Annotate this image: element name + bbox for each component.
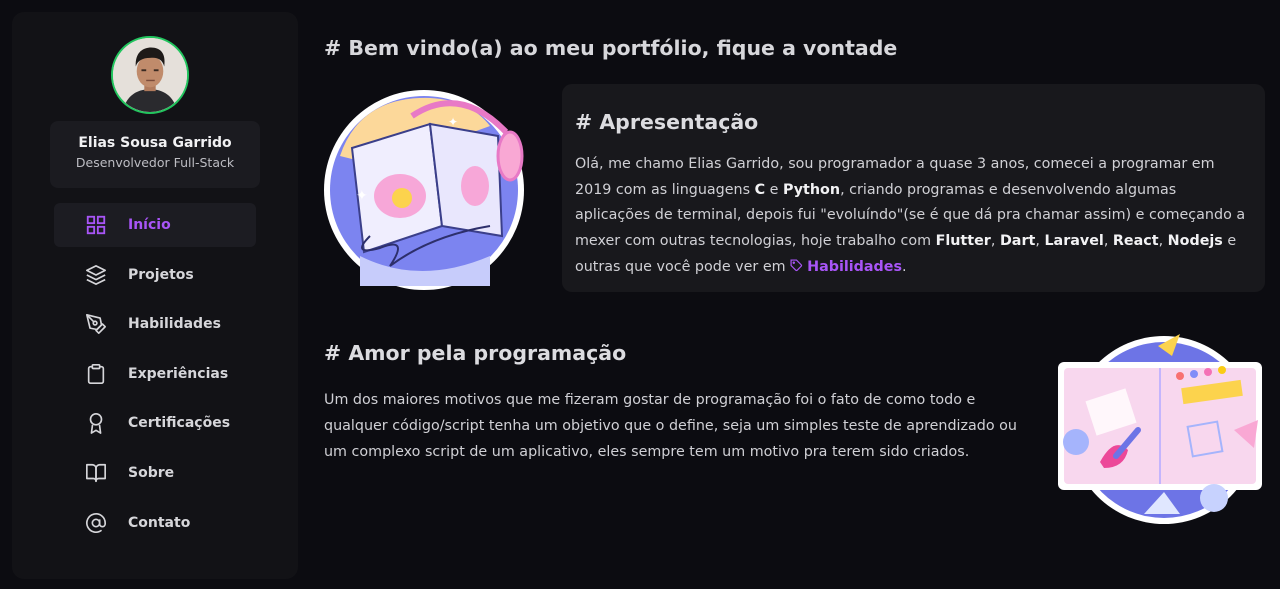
nav-item-contato[interactable]: Contato (54, 501, 256, 545)
nav-label: Projetos (128, 266, 194, 283)
love-title: # Amor pela programação (324, 341, 627, 365)
profile-name: Elias Sousa Garrido (78, 135, 232, 151)
svg-text:✦: ✦ (448, 115, 458, 129)
presentation-title: # Apresentação (575, 110, 759, 134)
presentation-card: # Apresentação Olá, me chamo Elias Garri… (562, 84, 1265, 292)
nav-item-experiencias[interactable]: Experiências (54, 352, 256, 396)
nav-label: Certificações (128, 415, 231, 432)
nav-label: Habilidades (128, 316, 221, 333)
notebook-illustration (1054, 326, 1266, 526)
book-open-icon (85, 462, 107, 484)
nav-item-habilidades[interactable]: Habilidades (54, 302, 256, 346)
clipboard-icon (85, 363, 107, 385)
nav-item-projetos[interactable]: Projetos (54, 253, 256, 297)
profile-role: Desenvolvedor Full-Stack (75, 155, 235, 170)
nav-label: Início (128, 217, 171, 233)
award-icon (85, 412, 107, 435)
nav-item-certificacoes[interactable]: Certificações (54, 401, 256, 445)
profile-card: Elias Sousa Garrido Desenvolvedor Full-S… (50, 121, 260, 188)
presentation-text: Olá, me chamo Elias Garrido, sou program… (575, 156, 1246, 275)
sidebar: Elias Sousa Garrido Desenvolvedor Full-S… (12, 12, 298, 579)
layers-icon (85, 264, 107, 286)
nav-label: Sobre (128, 464, 175, 481)
nav-label: Contato (128, 514, 191, 531)
nav-item-sobre[interactable]: Sobre (54, 451, 256, 495)
svg-text:✦: ✦ (356, 188, 368, 204)
love-text: Um dos maiores motivos que me fizeram go… (324, 392, 1017, 460)
sidebar-nav: Início Projetos Habilidades Experiências… (54, 203, 256, 550)
grid-icon (85, 214, 107, 236)
avatar (111, 36, 189, 114)
pen-tool-icon (85, 313, 107, 335)
tag-icon (790, 259, 803, 271)
skills-link[interactable]: Habilidades (790, 259, 902, 275)
nav-item-inicio[interactable]: Início (54, 203, 256, 247)
at-sign-icon (85, 512, 107, 534)
book-illustration: ✦ ✦ (320, 86, 532, 291)
page-title: # Bem vindo(a) ao meu portfólio, fique a… (324, 36, 898, 60)
nav-label: Experiências (128, 365, 229, 382)
